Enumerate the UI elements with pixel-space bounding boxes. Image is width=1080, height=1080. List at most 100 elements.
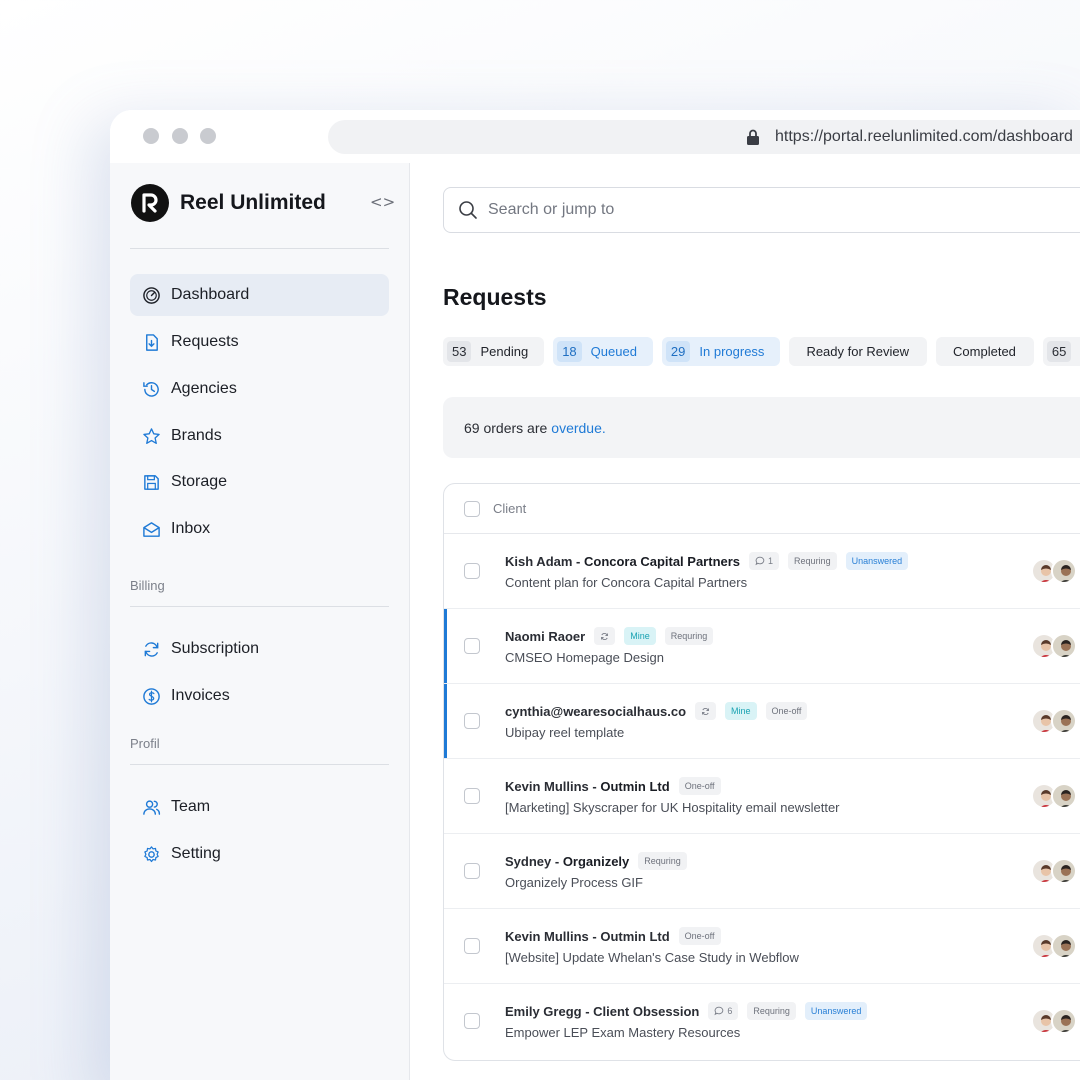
sidebar-item-inbox[interactable]: Inbox [130, 508, 389, 550]
row-checkbox[interactable] [464, 1013, 480, 1029]
avatar [1051, 933, 1077, 959]
table-row[interactable]: Kish Adam - Concora Capital Partners 1 Req… [444, 534, 1080, 609]
sidebar-item-label: Dashboard [171, 286, 250, 303]
chip-pending[interactable]: 53 Pending [443, 337, 545, 366]
sidebar-item-label: Brands [171, 427, 222, 444]
avatar [1051, 783, 1077, 809]
tag-mine: Mine [725, 702, 757, 720]
table-body: Kish Adam - Concora Capital Partners 1 Req… [444, 534, 1080, 1059]
sidebar-item-agencies[interactable]: Agencies [130, 368, 389, 410]
chip-all[interactable]: 65 A [1042, 337, 1080, 366]
avatar [1051, 708, 1077, 734]
sync-icon [695, 702, 717, 720]
search-input[interactable]: Search or jump to [443, 187, 1080, 233]
sidebar-item-subscription[interactable]: Subscription [130, 628, 389, 670]
status-filter-chips: 53 Pending 18 Queued 29 In progress Read… [443, 337, 1080, 366]
chip-ready-for-review[interactable]: Ready for Review [789, 337, 928, 366]
sidebar-item-requests[interactable]: Requests [130, 321, 389, 363]
table-row[interactable]: Kevin Mullins - Outmin Ltd One-off [Websit… [444, 909, 1080, 984]
client-name[interactable]: Kevin Mullins - Outmin Ltd [505, 929, 670, 944]
window-minimize-dot[interactable] [172, 128, 188, 144]
assignee-avatars[interactable] [1031, 933, 1077, 959]
sidebar-item-invoices[interactable]: Invoices [130, 675, 389, 717]
client-company: Organizely [562, 853, 630, 869]
client-name[interactable]: Emily Gregg - Client Obsession [505, 1004, 699, 1019]
tag-requring: Requring [747, 1002, 796, 1020]
row-title-line: Kevin Mullins - Outmin Ltd One-off [505, 777, 721, 795]
save-icon [144, 474, 159, 490]
comment-icon [714, 1006, 724, 1016]
client-company: Concora Capital Partners [583, 553, 741, 569]
avatar [1051, 858, 1077, 884]
table-row[interactable]: Kevin Mullins - Outmin Ltd One-off [Market… [444, 759, 1080, 834]
row-checkbox[interactable] [464, 638, 480, 654]
client-name[interactable]: Kevin Mullins - Outmin Ltd [505, 779, 670, 794]
client-company: Outmin Ltd [600, 778, 670, 794]
row-title-line: Emily Gregg - Client Obsession 6 Requring U… [505, 1002, 868, 1020]
comment-count-badge: 6 [708, 1002, 739, 1020]
row-checkbox[interactable] [464, 788, 480, 804]
client-name[interactable]: cynthia@wearesocialhaus.co [505, 704, 686, 719]
sidebar-item-storage[interactable]: Storage [130, 461, 389, 503]
row-title-line: Sydney - Organizely Requring [505, 852, 687, 870]
assignee-avatars[interactable] [1031, 858, 1077, 884]
overdue-link[interactable]: overdue. [551, 420, 605, 436]
brand[interactable]: Reel Unlimited [131, 184, 326, 222]
sidebar-item-dashboard[interactable]: Dashboard [130, 274, 389, 316]
request-title: Organizely Process GIF [505, 875, 643, 890]
search-placeholder: Search or jump to [488, 201, 615, 218]
avatar [1051, 1008, 1077, 1034]
request-title: [Website] Update Whelan's Case Study in … [505, 950, 799, 965]
table-row[interactable]: cynthia@wearesocialhaus.co Mine One-off Ubi… [444, 684, 1080, 759]
client-name[interactable]: Kish Adam - Concora Capital Partners [505, 554, 740, 569]
tag-mine: Mine [624, 627, 656, 645]
sidebar-item-team[interactable]: Team [130, 786, 389, 828]
chip-completed[interactable]: Completed [936, 337, 1034, 366]
row-checkbox[interactable] [464, 938, 480, 954]
sync-icon [594, 627, 616, 645]
row-title-line: Kish Adam - Concora Capital Partners 1 Req… [505, 552, 909, 570]
chip-count: 29 [665, 341, 691, 362]
request-title: [Marketing] Skyscraper for UK Hospitalit… [505, 800, 840, 815]
tag-requring: Requring [788, 552, 837, 570]
tag-requring: Requring [664, 627, 714, 645]
row-title-line: Kevin Mullins - Outmin Ltd One-off [505, 927, 721, 945]
table-row[interactable]: Sydney - Organizely Requring Organizely Pr… [444, 834, 1080, 909]
browser-window: https://portal.reelunlimited.com/dashboa… [110, 110, 1080, 1080]
chip-in-progress[interactable]: 29 In progress [661, 337, 781, 366]
page-title: Requests [443, 284, 547, 310]
address-bar[interactable]: https://portal.reelunlimited.com/dashboa… [328, 120, 1080, 154]
collapse-sidebar-icon[interactable]: <> [370, 193, 395, 211]
users-icon [143, 799, 161, 815]
client-name[interactable]: Sydney - Organizely [505, 854, 629, 869]
assignee-avatars[interactable] [1031, 783, 1077, 809]
sidebar-item-brands[interactable]: Brands [130, 415, 389, 457]
row-title-line: Naomi Raoer Mine Requring [505, 627, 714, 645]
table-row[interactable]: Emily Gregg - Client Obsession 6 Requring U… [444, 984, 1080, 1059]
brand-logo-icon [131, 184, 169, 222]
request-title: Empower LEP Exam Mastery Resources [505, 1025, 741, 1040]
select-all-checkbox[interactable] [464, 500, 480, 517]
notice-text: 69 orders are [464, 419, 548, 436]
row-checkbox[interactable] [464, 713, 480, 729]
assignee-avatars[interactable] [1031, 558, 1077, 584]
refresh-icon [144, 641, 159, 657]
avatar [1051, 558, 1077, 584]
client-name[interactable]: Naomi Raoer [505, 629, 585, 644]
row-checkbox[interactable] [464, 563, 480, 579]
overdue-notice: 69 orders are overdue. [443, 397, 1080, 458]
star-icon [143, 427, 160, 444]
assignee-avatars[interactable] [1031, 633, 1077, 659]
assignee-avatars[interactable] [1031, 1008, 1077, 1034]
brand-name: Reel Unlimited [180, 191, 326, 214]
chip-label: Pending [480, 344, 529, 359]
row-checkbox[interactable] [464, 863, 480, 879]
file-download-icon [146, 333, 158, 351]
window-maximize-dot[interactable] [200, 128, 216, 144]
table-row[interactable]: Naomi Raoer Mine Requring CMSEO Homepage De… [444, 609, 1080, 684]
search-icon [459, 201, 477, 219]
chip-queued[interactable]: 18 Queued [553, 337, 653, 366]
assignee-avatars[interactable] [1031, 708, 1077, 734]
window-close-dot[interactable] [143, 128, 159, 144]
sidebar-item-setting[interactable]: Setting [130, 833, 389, 875]
